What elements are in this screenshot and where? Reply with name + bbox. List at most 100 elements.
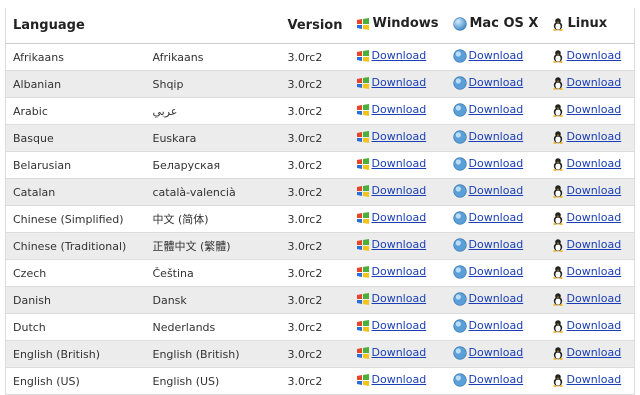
linux-icon [552,130,563,144]
windows-download-link[interactable]: Download [372,103,427,116]
version: 3.0rc2 [280,286,349,314]
linux-icon [552,373,563,387]
windows-cell: Download [348,232,446,260]
windows-icon [356,319,369,332]
mac-cell: Download [445,205,544,233]
windows-icon [356,103,369,116]
linux-download-link[interactable]: Download [567,346,622,359]
linux-download-link[interactable]: Download [567,265,622,278]
windows-download-link[interactable]: Download [372,265,427,278]
native-name: 正體中文 (繁體) [145,232,281,260]
mac-download-link[interactable]: Download [469,157,524,170]
mac-icon [452,129,467,144]
header-mac: Mac OS X [445,8,544,44]
windows-cell: Download [348,340,446,368]
windows-icon [356,157,369,170]
linux-download-link[interactable]: Download [567,184,622,197]
native-name: Čeština [145,259,281,287]
linux-icon [552,319,563,333]
mac-download-link[interactable]: Download [469,238,524,251]
native-name: Беларуская [145,151,281,179]
linux-download-link[interactable]: Download [567,130,622,143]
linux-icon [552,211,563,225]
version: 3.0rc2 [280,97,349,125]
version: 3.0rc2 [280,70,349,98]
mac-download-link[interactable]: Download [469,76,524,89]
linux-download-link[interactable]: Download [567,49,622,62]
mac-icon [452,264,467,279]
mac-cell: Download [445,151,544,179]
table-row: Chinese (Simplified) 中文 (简体) 3.0rc2 Downloa… [5,205,635,233]
windows-download-link[interactable]: Download [372,238,427,251]
table-row: Chinese (Traditional) 正體中文 (繁體) 3.0rc2 Down… [5,232,635,260]
linux-icon [552,103,563,117]
linux-icon [552,292,563,306]
mac-download-link[interactable]: Download [469,130,524,143]
table-row: Albanian Shqip 3.0rc2 Download Download Downl… [5,70,635,98]
linux-icon [552,76,563,90]
windows-download-link[interactable]: Download [372,49,427,62]
windows-download-link[interactable]: Download [372,130,427,143]
header-mac-label: Mac OS X [469,16,539,32]
table-row: Afrikaans Afrikaans 3.0rc2 Download Download… [5,43,635,71]
linux-download-link[interactable]: Download [567,319,622,332]
version: 3.0rc2 [280,178,349,206]
windows-download-link[interactable]: Download [372,76,427,89]
mac-download-link[interactable]: Download [469,265,524,278]
windows-download-link[interactable]: Download [372,292,427,305]
linux-download-link[interactable]: Download [567,238,622,251]
mac-cell: Download [445,232,544,260]
mac-download-link[interactable]: Download [469,49,524,62]
windows-cell: Download [348,97,446,125]
table-row: Basque Euskara 3.0rc2 Download Download Downl… [5,124,635,152]
mac-cell: Download [445,178,544,206]
mac-download-link[interactable]: Download [469,184,524,197]
linux-download-link[interactable]: Download [567,103,622,116]
windows-download-link[interactable]: Download [372,184,427,197]
version: 3.0rc2 [280,313,349,341]
downloads-table-container: Language Version Windows Mac OS X Linux … [5,8,635,395]
linux-download-link[interactable]: Download [567,373,622,386]
windows-cell: Download [348,313,446,341]
windows-download-link[interactable]: Download [372,373,427,386]
linux-download-link[interactable]: Download [567,211,622,224]
windows-icon [356,238,369,251]
mac-download-link[interactable]: Download [469,346,524,359]
linux-cell: Download [543,178,635,206]
language-name: Chinese (Traditional) [5,232,146,260]
mac-cell: Download [445,259,544,287]
linux-download-link[interactable]: Download [567,292,622,305]
header-windows: Windows [348,8,446,44]
mac-download-link[interactable]: Download [469,211,524,224]
language-name: English (US) [5,367,146,395]
windows-cell: Download [348,124,446,152]
linux-download-link[interactable]: Download [567,157,622,170]
linux-cell: Download [543,259,635,287]
mac-download-link[interactable]: Download [469,103,524,116]
windows-download-link[interactable]: Download [372,319,427,332]
linux-cell: Download [543,151,635,179]
header-windows-label: Windows [372,16,439,32]
windows-icon [356,130,369,143]
windows-download-link[interactable]: Download [372,346,427,359]
windows-icon [356,49,369,62]
mac-icon [452,345,467,360]
mac-icon [452,318,467,333]
language-name: Afrikaans [5,43,146,71]
native-name: 中文 (简体) [145,205,281,233]
linux-icon [552,184,563,198]
language-name: Albanian [5,70,146,98]
language-name: Arabic [5,97,146,125]
windows-download-link[interactable]: Download [372,211,427,224]
downloads-table: Language Version Windows Mac OS X Linux … [5,8,635,395]
mac-download-link[interactable]: Download [469,373,524,386]
linux-download-link[interactable]: Download [567,76,622,89]
mac-download-link[interactable]: Download [469,292,524,305]
language-name: Czech [5,259,146,287]
language-name: Danish [5,286,146,314]
linux-cell: Download [543,286,635,314]
mac-download-link[interactable]: Download [469,319,524,332]
windows-download-link[interactable]: Download [372,157,427,170]
mac-icon [452,237,467,252]
table-header-row: Language Version Windows Mac OS X Linux [5,8,635,44]
